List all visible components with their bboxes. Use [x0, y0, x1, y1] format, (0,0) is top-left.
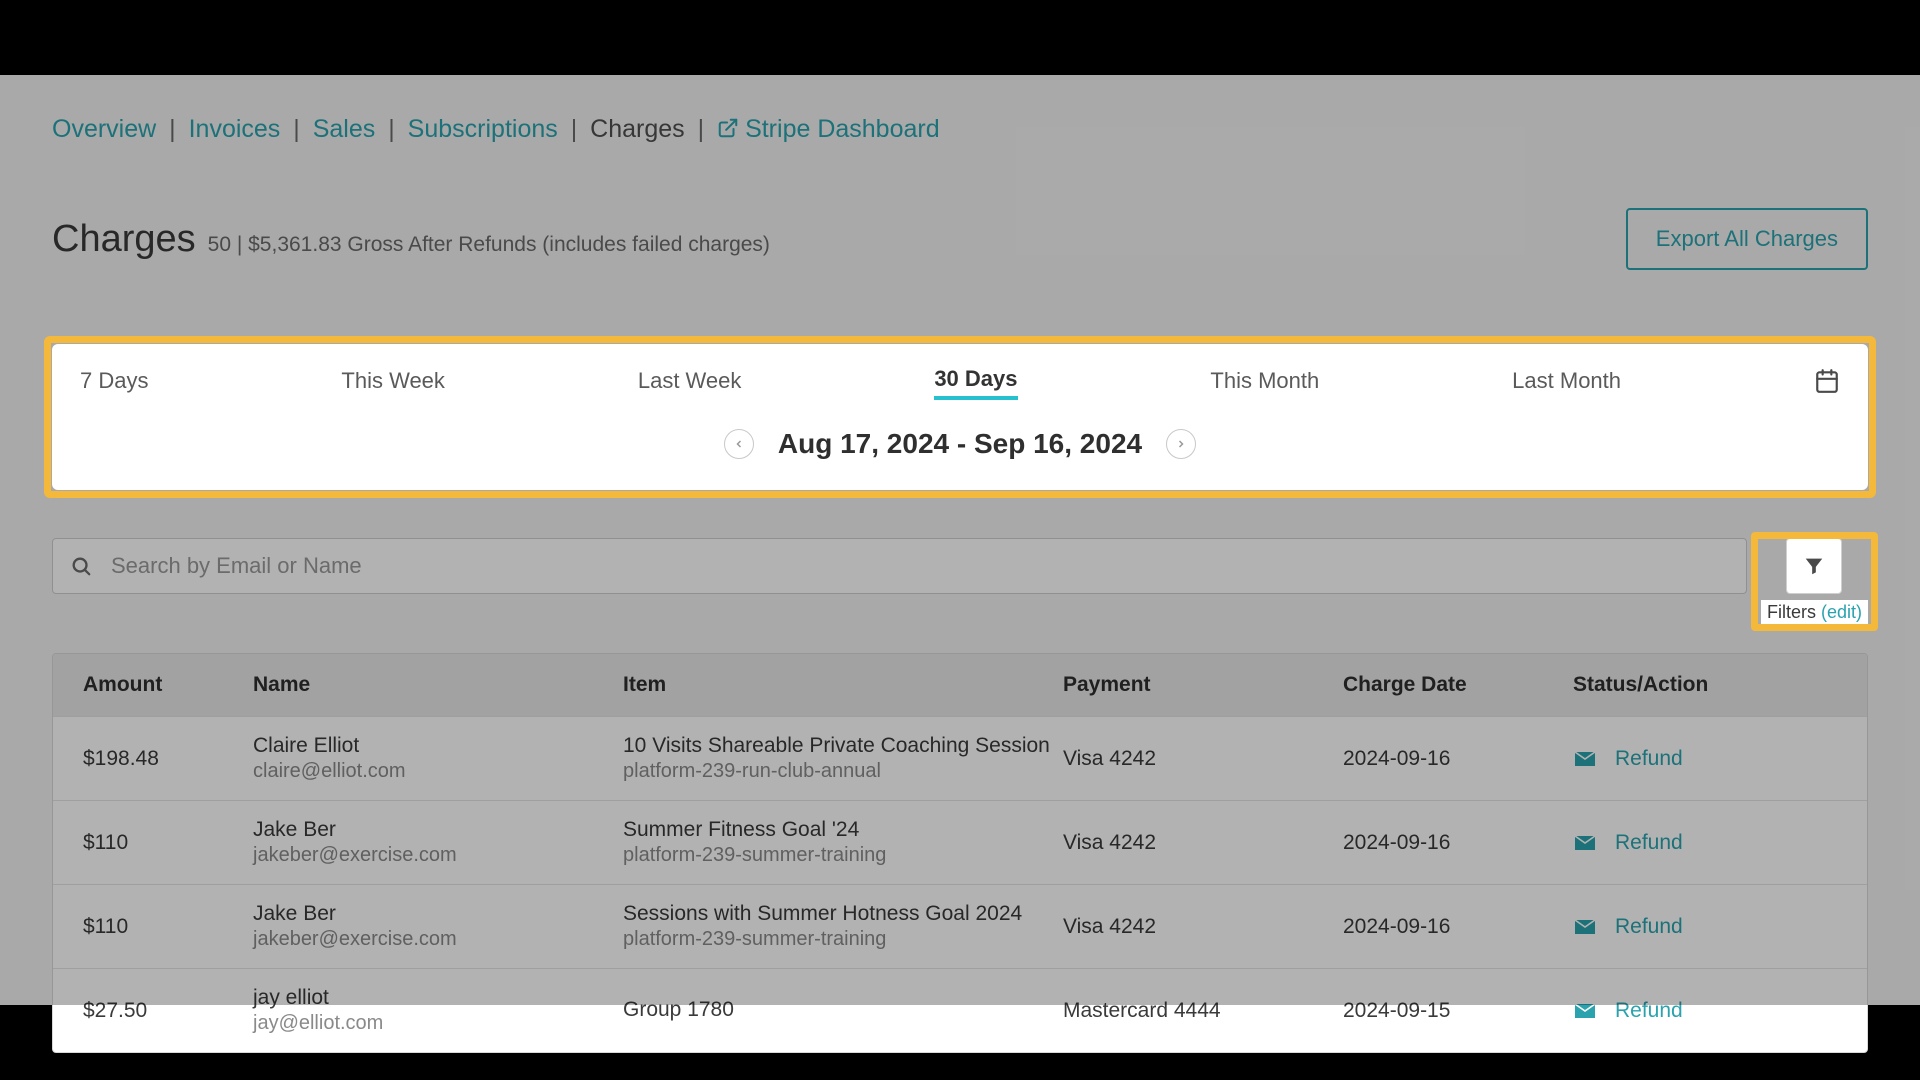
cell-amount: $198.48: [83, 747, 253, 771]
cell-email: jay@elliot.com: [253, 1012, 623, 1035]
col-status: Status/Action: [1573, 673, 1837, 697]
range-tab-last-week[interactable]: Last Week: [638, 364, 742, 398]
refund-link[interactable]: Refund: [1615, 999, 1683, 1023]
breadcrumb-sep: |: [163, 115, 182, 143]
export-all-charges-button[interactable]: Export All Charges: [1626, 208, 1868, 270]
refund-link[interactable]: Refund: [1615, 831, 1683, 855]
cell-date: 2024-09-15: [1343, 999, 1573, 1023]
filters-label: Filters (edit): [1761, 600, 1868, 625]
col-name: Name: [253, 673, 623, 697]
breadcrumb-sep: |: [565, 115, 584, 143]
cell-amount: $110: [83, 831, 253, 855]
table-header: Amount Name Item Payment Charge Date Sta…: [53, 654, 1867, 716]
filter-icon: [1803, 555, 1825, 577]
range-tab-this-week[interactable]: This Week: [341, 364, 445, 398]
page-title-meta: 50 | $5,361.83 Gross After Refunds (incl…: [208, 233, 770, 257]
cell-name: Jake Ber: [253, 902, 623, 926]
cell-item-sub: platform-239-summer-training: [623, 928, 1063, 951]
search-input[interactable]: [52, 538, 1747, 594]
date-prev-button[interactable]: [724, 429, 754, 459]
filters-button[interactable]: [1786, 538, 1842, 594]
cell-date: 2024-09-16: [1343, 747, 1573, 771]
highlight-box: [44, 336, 1876, 498]
charges-table: Amount Name Item Payment Charge Date Sta…: [52, 653, 1868, 1053]
range-tab-7-days[interactable]: 7 Days: [80, 364, 148, 398]
cell-item: Group 1780: [623, 998, 1063, 1022]
charges-count: 50: [208, 233, 231, 256]
cell-email: jakeber@exercise.com: [253, 928, 623, 951]
cell-payment: Visa 4242: [1063, 831, 1343, 855]
mail-icon[interactable]: [1573, 999, 1597, 1023]
cell-name: jay elliot: [253, 986, 623, 1010]
breadcrumb-stripe-dashboard[interactable]: Stripe Dashboard: [717, 115, 940, 143]
refund-link[interactable]: Refund: [1615, 747, 1683, 771]
cell-name: Jake Ber: [253, 818, 623, 842]
cell-email: jakeber@exercise.com: [253, 844, 623, 867]
breadcrumb-stripe-label: Stripe Dashboard: [745, 115, 940, 143]
cell-email: claire@elliot.com: [253, 760, 623, 783]
breadcrumb-sep: |: [692, 115, 711, 143]
cell-name: Claire Elliot: [253, 734, 623, 758]
cell-payment: Mastercard 4444: [1063, 999, 1343, 1023]
date-next-button[interactable]: [1166, 429, 1196, 459]
table-row[interactable]: $27.50 jay elliot jay@elliot.com Group 1…: [53, 968, 1867, 1052]
search-icon: [70, 555, 92, 577]
cell-item: 10 Visits Shareable Private Coaching Ses…: [623, 734, 1063, 758]
date-range-text: Aug 17, 2024 - Sep 16, 2024: [778, 428, 1142, 460]
mail-icon[interactable]: [1573, 747, 1597, 771]
col-amount: Amount: [83, 673, 253, 697]
cell-amount: $27.50: [83, 999, 253, 1023]
range-tab-this-month[interactable]: This Month: [1210, 364, 1319, 398]
cell-date: 2024-09-16: [1343, 831, 1573, 855]
cell-payment: Visa 4242: [1063, 915, 1343, 939]
filters-edit-link[interactable]: (edit): [1821, 602, 1862, 622]
cell-amount: $110: [83, 915, 253, 939]
breadcrumb-overview[interactable]: Overview: [52, 115, 156, 143]
mail-icon[interactable]: [1573, 831, 1597, 855]
breadcrumb-invoices[interactable]: Invoices: [189, 115, 281, 143]
col-payment: Payment: [1063, 673, 1343, 697]
breadcrumb-subscriptions[interactable]: Subscriptions: [408, 115, 558, 143]
page-title: Charges: [52, 218, 196, 261]
range-tab-last-month[interactable]: Last Month: [1512, 364, 1621, 398]
col-charge-date: Charge Date: [1343, 673, 1573, 697]
table-row[interactable]: $110 Jake Ber jakeber@exercise.com Summe…: [53, 800, 1867, 884]
breadcrumb-sales[interactable]: Sales: [313, 115, 376, 143]
letterbox-top: [0, 0, 1920, 75]
mail-icon[interactable]: [1573, 915, 1597, 939]
external-link-icon: [717, 117, 739, 139]
col-item: Item: [623, 673, 1063, 697]
cell-date: 2024-09-16: [1343, 915, 1573, 939]
cell-item-sub: platform-239-run-club-annual: [623, 760, 1063, 783]
cell-item-sub: platform-239-summer-training: [623, 844, 1063, 867]
breadcrumb-sep: |: [382, 115, 401, 143]
table-row[interactable]: $110 Jake Ber jakeber@exercise.com Sessi…: [53, 884, 1867, 968]
breadcrumb-sep: |: [287, 115, 306, 143]
cell-item: Summer Fitness Goal '24: [623, 818, 1063, 842]
charges-gross: $5,361.83 Gross After Refunds (includes …: [248, 233, 770, 256]
cell-item: Sessions with Summer Hotness Goal 2024: [623, 902, 1063, 926]
table-row[interactable]: $198.48 Claire Elliot claire@elliot.com …: [53, 716, 1867, 800]
calendar-icon[interactable]: [1814, 368, 1840, 394]
breadcrumb: Overview | Invoices | Sales | Subscripti…: [52, 115, 1868, 144]
refund-link[interactable]: Refund: [1615, 915, 1683, 939]
range-tab-30-days[interactable]: 30 Days: [934, 362, 1017, 400]
date-range-panel: 7 Days This Week Last Week 30 Days This …: [52, 344, 1868, 490]
breadcrumb-current: Charges: [590, 115, 685, 143]
cell-payment: Visa 4242: [1063, 747, 1343, 771]
filters-label-text: Filters: [1767, 602, 1816, 622]
